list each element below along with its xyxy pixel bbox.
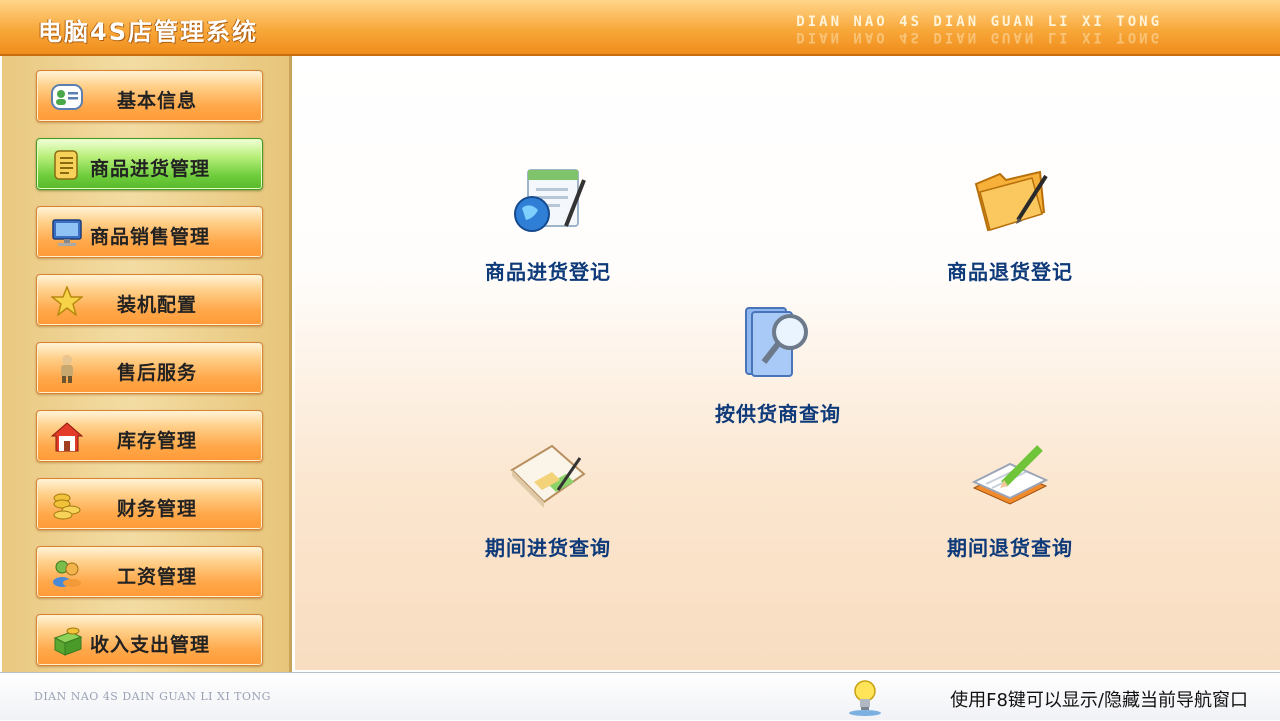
- nav-label: 商品销售管理: [90, 226, 211, 248]
- nav-after-sales-button[interactable]: 售后服务: [36, 342, 263, 394]
- return-register-action[interactable]: 商品退货登记: [947, 166, 1073, 285]
- nav-label: 库存管理: [117, 430, 198, 452]
- nav-label: 装机配置: [117, 294, 198, 316]
- purchase-register-action[interactable]: 商品进货登记: [485, 166, 611, 285]
- nav-basic-info-button[interactable]: 基本信息: [36, 70, 263, 122]
- coins-icon: [51, 490, 83, 520]
- nav-label: 售后服务: [117, 362, 198, 384]
- nav-sales-management-button[interactable]: 商品销售管理: [36, 206, 263, 258]
- nav-income-expense-button[interactable]: 收入支出管理: [36, 614, 263, 666]
- nav-label: 财务管理: [117, 498, 198, 520]
- title-bar: 电脑4S店管理系统 DIAN NAO 4S DIAN GUAN LI XI TO…: [0, 0, 1280, 56]
- search-documents-icon: [715, 306, 841, 384]
- nav-label: 工资管理: [117, 566, 198, 588]
- users-icon: [51, 558, 83, 588]
- app-subtitle-reflection: DIAN NAO 4S DIAN GUAN LI XI TONG: [796, 29, 1162, 45]
- supplier-query-action[interactable]: 按供货商查询: [715, 306, 841, 427]
- notepad-pencil-icon: [947, 440, 1073, 518]
- person-icon: [51, 354, 83, 384]
- status-bar: DIAN NAO 4S DAIN GUAN LI XI TONG 使用F8键可以…: [0, 672, 1280, 720]
- action-label: 按供货商查询: [715, 402, 841, 426]
- action-label: 期间退货查询: [947, 536, 1073, 560]
- nav-payroll-button[interactable]: 工资管理: [36, 546, 263, 598]
- period-purchase-query-action[interactable]: 期间进货查询: [485, 440, 611, 561]
- app-title: 电脑4S店管理系统: [38, 18, 258, 46]
- nav-label: 商品进货管理: [90, 158, 211, 180]
- action-label: 商品退货登记: [947, 260, 1073, 284]
- nav-purchase-management-button[interactable]: 商品进货管理: [36, 138, 263, 190]
- nav-label: 基本信息: [117, 90, 198, 112]
- f8-toggle-hint: 使用F8键可以显示/隐藏当前导航窗口: [950, 690, 1248, 711]
- app-subtitle: DIAN NAO 4S DIAN GUAN LI XI TONG: [796, 14, 1162, 30]
- nav-finance-button[interactable]: 财务管理: [36, 478, 263, 530]
- status-left-text: DIAN NAO 4S DAIN GUAN LI XI TONG: [34, 690, 271, 703]
- globe-document-icon: [485, 166, 611, 242]
- nav-label: 收入支出管理: [90, 634, 211, 656]
- document-list-icon: [51, 150, 83, 180]
- lightbulb-icon: [845, 677, 885, 721]
- computer-monitor-icon: [51, 218, 83, 248]
- main-content: 商品进货登记 商品退货登记 按供货商查询 期间进货查询 期间退货查询: [295, 56, 1280, 670]
- nav-inventory-button[interactable]: 库存管理: [36, 410, 263, 462]
- contact-card-icon: [51, 82, 83, 112]
- star-icon: [49, 284, 85, 317]
- action-label: 期间进货查询: [485, 536, 611, 560]
- period-return-query-action[interactable]: 期间退货查询: [947, 440, 1073, 561]
- folder-pen-icon: [947, 166, 1073, 242]
- nav-assembly-config-button[interactable]: 装机配置: [36, 274, 263, 326]
- money-box-icon: [51, 626, 83, 656]
- action-label: 商品进货登记: [485, 260, 611, 284]
- sidebar-nav: 基本信息 商品进货管理 商品销售管理 装机配置 售后服务 库存管理 财务管理 工…: [2, 56, 292, 672]
- house-icon: [50, 422, 84, 452]
- notebook-chart-icon: [485, 440, 611, 518]
